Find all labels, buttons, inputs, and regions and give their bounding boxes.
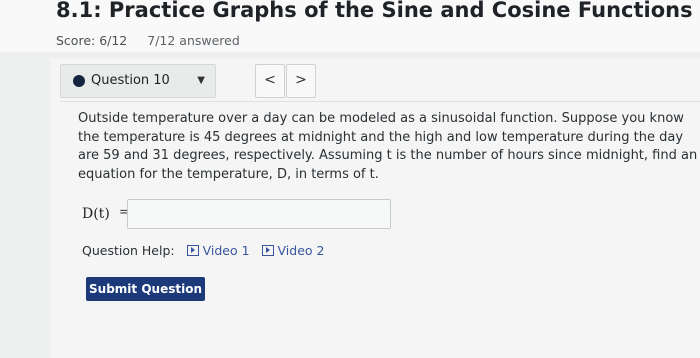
divider (60, 101, 700, 102)
page-title: 8.1: Practice Graphs of the Sine and Cos… (56, 0, 693, 22)
question-selector[interactable]: Question 10 ▼ (60, 64, 216, 98)
answer-input[interactable] (127, 199, 391, 229)
chevron-right-icon: > (295, 72, 307, 88)
play-icon (186, 245, 199, 256)
score-line: Score: 6/12 7/12 answered (56, 33, 240, 48)
chevron-left-icon: < (264, 72, 276, 88)
answered-count: 7/12 answered (147, 33, 240, 48)
score-text: Score: 6/12 (56, 33, 128, 48)
next-question-button[interactable]: > (286, 64, 316, 98)
submit-question-button[interactable]: Submit Question (86, 277, 205, 301)
problem-text: Outside temperature over a day can be mo… (78, 111, 698, 182)
question-selector-label: Question 10 (91, 73, 170, 88)
page-header: 8.1: Practice Graphs of the Sine and Cos… (0, 0, 700, 52)
video-1-label: Video 1 (202, 243, 250, 258)
video-2-label: Video 2 (277, 243, 325, 258)
caret-down-icon: ▼ (197, 75, 205, 86)
video-1-link[interactable]: Video 1 (186, 243, 250, 258)
question-help: Question Help: Video 1 Video 2 (82, 243, 324, 258)
question-help-label: Question Help: (82, 243, 175, 258)
previous-question-button[interactable]: < (255, 64, 285, 98)
video-2-link[interactable]: Video 2 (261, 243, 325, 258)
function-label: D(t) (82, 206, 110, 222)
status-dot-icon (73, 75, 85, 87)
play-icon (261, 245, 274, 256)
